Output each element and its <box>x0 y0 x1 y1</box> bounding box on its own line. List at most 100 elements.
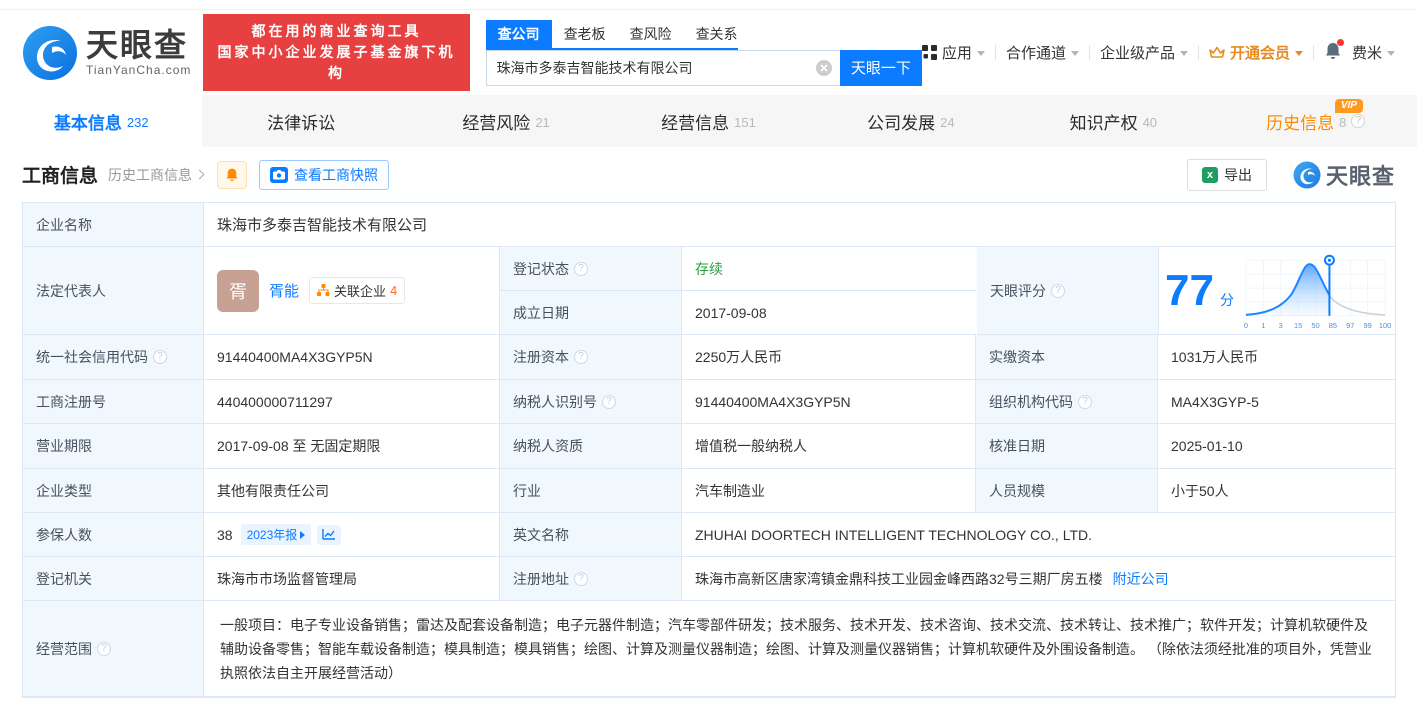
table-row: 工商注册号 440400000711297 纳税人识别号? 91440400MA… <box>23 380 1396 424</box>
watermark-text: 天眼查 <box>1325 163 1395 189</box>
taxpayer-quality-label: 纳税人资质 <box>500 424 682 469</box>
org-code-label: 组织机构代码? <box>976 380 1158 424</box>
subscribe-bell-button[interactable] <box>217 160 248 189</box>
tab-legal-proceedings[interactable]: 法律诉讼 <box>202 95 404 147</box>
taxpayer-id-label: 纳税人识别号? <box>500 380 682 424</box>
company-name-label: 企业名称 <box>23 203 204 247</box>
menu-partner[interactable]: 合作通道 <box>1006 42 1079 63</box>
help-icon[interactable]: ? <box>574 571 588 586</box>
svg-text:1: 1 <box>1261 320 1265 329</box>
divider <box>1088 45 1090 60</box>
uscc-label: 统一社会信用代码? <box>23 335 204 380</box>
reg-capital-label: 注册资本? <box>500 335 682 380</box>
help-icon[interactable]: ? <box>602 394 616 409</box>
table-row: 经营范围? 一般项目：电子专业设备销售；雷达及配套设备制造；电子元器件制造；汽车… <box>23 601 1395 697</box>
export-button[interactable]: x 导出 <box>1186 158 1267 191</box>
search-button[interactable]: 天眼一下 <box>839 49 922 86</box>
english-name-label: 英文名称 <box>500 513 682 557</box>
search-tab-relation[interactable]: 查关系 <box>684 20 750 48</box>
approval-date-label: 核准日期 <box>976 424 1158 469</box>
tianyancha-logo-icon <box>23 25 77 80</box>
menu-user[interactable]: 费米 <box>1352 42 1395 63</box>
camera-icon <box>270 166 289 183</box>
help-icon[interactable]: ? <box>574 261 588 276</box>
brand-domain: TianYanCha.com <box>86 62 192 77</box>
help-icon[interactable]: ? <box>153 350 167 364</box>
search-tab-company[interactable]: 查公司 <box>485 19 552 48</box>
tab-history-info[interactable]: VIP 历史信息 8 ? <box>1215 95 1417 147</box>
industry-label: 行业 <box>500 469 682 513</box>
reg-address-label: 注册地址? <box>500 557 682 601</box>
score-label: 天眼评分? <box>977 247 1159 335</box>
svg-text:3: 3 <box>1279 320 1283 329</box>
annual-report-badge[interactable]: 2023年报 <box>240 524 312 545</box>
company-type-value: 其他有限责任公司 <box>204 469 500 513</box>
arrow-right-icon <box>300 530 306 539</box>
establish-date-value: 2017-09-08 <box>682 291 976 335</box>
divider <box>1312 45 1314 60</box>
reg-authority-label: 登记机关 <box>23 557 204 601</box>
business-term-label: 营业期限 <box>23 424 204 469</box>
nearby-companies-link[interactable]: 附近公司 <box>1113 569 1169 589</box>
help-icon[interactable]: ? <box>1078 394 1092 409</box>
tab-operation-risk[interactable]: 经营风险 21 <box>405 95 607 147</box>
trend-chart-icon <box>322 529 336 540</box>
menu-vip[interactable]: 开通会员 <box>1209 42 1303 63</box>
help-icon[interactable]: ? <box>574 350 588 364</box>
score-number: 77 <box>1165 265 1214 315</box>
menu-apps[interactable]: 应用 <box>921 42 985 63</box>
top-strip <box>0 0 1417 10</box>
tab-basic-info[interactable]: 基本信息 232 <box>0 95 203 147</box>
chevron-down-icon <box>1294 51 1303 56</box>
legal-rep-name-link[interactable]: 胥能 <box>269 280 299 301</box>
chevron-down-icon <box>1387 51 1395 56</box>
search-input[interactable] <box>485 49 840 86</box>
paid-capital-value: 1031万人民币 <box>1158 335 1396 380</box>
tab-intellectual-property[interactable]: 知识产权 40 <box>1012 95 1214 147</box>
table-row: 登记机关 珠海市市场监督管理局 注册地址? 珠海市高新区唐家湾镇金鼎科技工业园金… <box>23 557 1395 601</box>
tab-business-info[interactable]: 经营信息 151 <box>607 95 809 147</box>
table-row: 参保人数 38 2023年报 英文名称 ZHUHAI DOORTECH INTE… <box>23 513 1395 557</box>
tianyancha-logo[interactable]: 天眼查 TianYanCha.com <box>22 25 191 81</box>
search-area: 查公司 查老板 查风险 查关系 天眼一下 <box>485 19 922 86</box>
table-row: 登记状态? 存续 <box>500 247 977 291</box>
org-code-value: MA4X3GYP-5 <box>1158 380 1396 424</box>
chevron-down-icon <box>976 51 985 56</box>
search-tab-risk[interactable]: 查风险 <box>618 20 684 48</box>
svg-text:50: 50 <box>1311 320 1319 329</box>
top-menu: 应用 合作通道 企业级产品 开通会员 费米 <box>921 39 1395 64</box>
establish-date-label: 成立日期 <box>500 291 682 335</box>
help-icon[interactable]: ? <box>1351 114 1366 128</box>
business-scope-value: 一般项目：电子专业设备销售；雷达及配套设备制造；电子元器件制造；汽车零部件研发；… <box>204 601 1395 697</box>
business-scope-label: 经营范围? <box>23 601 204 697</box>
menu-enterprise[interactable]: 企业级产品 <box>1100 42 1188 63</box>
help-icon[interactable]: ? <box>97 641 111 656</box>
industry-value: 汽车制造业 <box>682 469 976 513</box>
divider <box>1197 45 1199 60</box>
chevron-down-icon <box>1179 51 1188 56</box>
table-row: 统一社会信用代码? 91440400MA4X3GYP5N 注册资本? 2250万… <box>23 335 1396 380</box>
search-tab-boss[interactable]: 查老板 <box>552 20 618 48</box>
search-tabs: 查公司 查老板 查风险 查关系 <box>485 19 738 50</box>
help-icon[interactable]: ? <box>1051 283 1065 298</box>
trend-chart-button[interactable] <box>317 524 342 545</box>
reg-status-label: 登记状态? <box>500 247 682 291</box>
svg-text:100: 100 <box>1379 320 1391 329</box>
table-row: 营业期限 2017-09-08 至 无固定期限 纳税人资质 增值税一般纳税人 核… <box>23 424 1396 469</box>
svg-text:85: 85 <box>1329 320 1337 329</box>
svg-text:97: 97 <box>1346 320 1354 329</box>
related-companies-button[interactable]: 关联企业 4 <box>309 277 406 304</box>
svg-text:15: 15 <box>1294 320 1302 329</box>
notification-bell[interactable] <box>1324 39 1344 64</box>
section-header: 工商信息 历史工商信息 查看工商快照 x 导出 天眼查 <box>0 147 1417 202</box>
divider <box>994 45 996 60</box>
chevron-right-icon <box>194 169 205 180</box>
snapshot-button[interactable]: 查看工商快照 <box>259 159 390 190</box>
orange-bell-icon <box>226 168 238 182</box>
business-term-value: 2017-09-08 至 无固定期限 <box>204 424 500 469</box>
legal-rep-avatar[interactable]: 胥 <box>217 269 259 312</box>
uscc-value: 91440400MA4X3GYP5N <box>204 335 500 380</box>
insured-count-label: 参保人数 <box>23 513 204 557</box>
tab-company-development[interactable]: 公司发展 24 <box>810 95 1012 147</box>
history-business-info-link[interactable]: 历史工商信息 <box>108 165 205 185</box>
